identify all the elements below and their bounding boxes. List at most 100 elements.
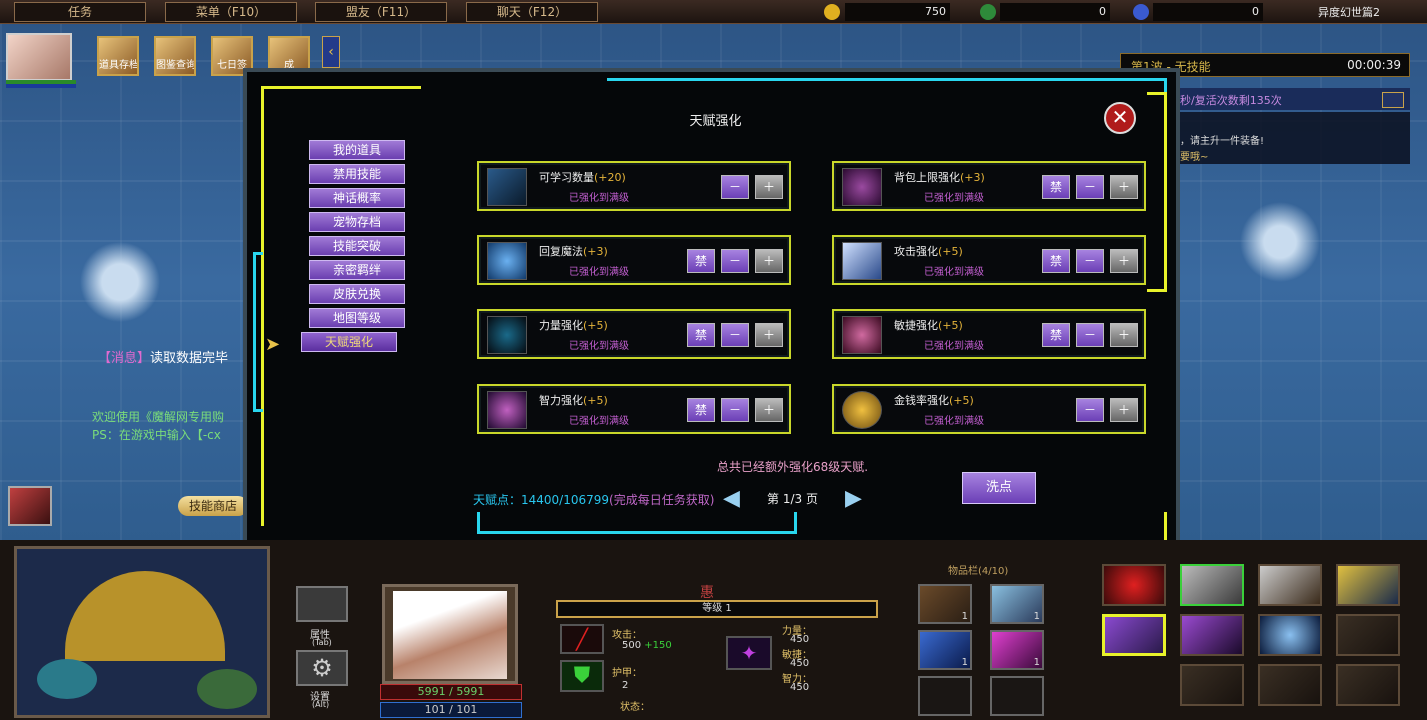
inventory-slot-book[interactable]: 1 [918, 584, 972, 624]
cmd-spellbook-icon[interactable] [1102, 614, 1166, 656]
ban-button[interactable]: 禁 [687, 398, 715, 422]
cmd-swords-icon[interactable] [1258, 564, 1322, 606]
minus-button[interactable]: － [721, 323, 749, 347]
inventory-slot-empty[interactable] [918, 676, 972, 716]
minus-button[interactable]: － [1076, 249, 1104, 273]
menu-button[interactable]: 菜单（F10） [165, 2, 297, 22]
talent-status: 已强化到满级 [924, 416, 984, 427]
plus-button[interactable]: ＋ [755, 249, 783, 273]
revive-counter: 秒/复活次数剩135次 [1180, 88, 1410, 110]
sword-icon [842, 242, 882, 280]
cmd-scroll-icon[interactable] [1336, 614, 1400, 656]
cmd-armor-icon[interactable] [1180, 564, 1244, 606]
cmd-magnifier-icon[interactable] [1258, 614, 1322, 656]
menu-banned-skills[interactable]: 禁用技能 [309, 164, 405, 184]
talent-status: 已强化到满级 [569, 416, 629, 427]
inventory-slot-empty[interactable] [990, 676, 1044, 716]
menu-my-items[interactable]: 我的道具 [309, 140, 405, 160]
talent-card-gold-rate: 金钱率强化(+5) 已强化到满级 － ＋ [832, 384, 1146, 434]
top-resource-bar: 任务 菜单（F10） 盟友（F11） 聊天（F12） 750 0 0 异度幻世篇… [0, 0, 1427, 24]
inventory-slot-compass[interactable]: 1 [918, 630, 972, 670]
message-text: 读取数据完毕 [150, 351, 229, 366]
plus-button[interactable]: ＋ [1110, 175, 1138, 199]
gold-coin-icon [842, 391, 882, 429]
plus-button[interactable]: ＋ [1110, 398, 1138, 422]
int-value: 450 [790, 682, 810, 693]
hp-bar: 5991 / 5991 [380, 684, 522, 700]
menu-myth-rate[interactable]: 神话概率 [309, 188, 405, 208]
plus-button[interactable]: ＋ [755, 323, 783, 347]
collapse-arrow-icon[interactable]: ‹ [322, 36, 340, 68]
cmd-scroll-icon[interactable] [1180, 664, 1244, 706]
food-icon [1133, 4, 1149, 20]
talent-status: 已强化到满级 [924, 193, 984, 204]
talent-status: 已强化到满级 [569, 267, 629, 278]
cmd-spear-icon[interactable] [1336, 564, 1400, 606]
plus-button[interactable]: ＋ [1110, 249, 1138, 273]
next-page-arrow-icon[interactable]: ▶ [845, 486, 862, 511]
plus-button[interactable]: ＋ [1110, 323, 1138, 347]
prev-page-arrow-icon[interactable]: ◀ [723, 486, 740, 511]
plus-button[interactable]: ＋ [755, 398, 783, 422]
minus-button[interactable]: － [1076, 175, 1104, 199]
gold-icon [824, 4, 840, 20]
minus-button[interactable]: － [721, 398, 749, 422]
minus-button[interactable]: － [1076, 398, 1104, 422]
plus-button[interactable]: ＋ [755, 175, 783, 199]
ban-button[interactable]: 禁 [1042, 323, 1070, 347]
talent-name: 智力强化(+5) [539, 394, 608, 407]
talent-points: 天赋点：14400/106799(完成每日任务获取) [473, 491, 714, 508]
ban-button[interactable]: 禁 [1042, 249, 1070, 273]
hero-portrait[interactable] [6, 33, 72, 81]
welcome-message: 欢迎使用《魔解网专用购 [92, 410, 225, 424]
agility-icon [842, 316, 882, 354]
talent-name: 背包上限强化(+3) [894, 171, 985, 184]
inventory-slot-chest[interactable]: 1 [990, 584, 1044, 624]
gold-amount: 750 [845, 3, 950, 21]
total-upgrade-text: 总共已经额外强化68级天赋. [717, 460, 869, 474]
menu-pet-save[interactable]: 宠物存档 [309, 212, 405, 232]
reset-points-button[interactable]: 洗点 [962, 472, 1036, 504]
minimap[interactable] [14, 546, 270, 718]
skill-shop-button[interactable]: 技能商店 [178, 496, 248, 516]
slot-count: 1 [1033, 657, 1040, 668]
minus-button[interactable]: － [721, 175, 749, 199]
menu-intimacy-bond[interactable]: 亲密羁绊 [309, 260, 405, 280]
talent-name: 敏捷强化(+5) [894, 319, 963, 332]
ban-button[interactable]: 禁 [687, 249, 715, 273]
bag-icon [842, 168, 882, 206]
menu-talent-upgrade[interactable]: 天赋强化 [301, 332, 397, 352]
inventory-slot-star[interactable]: 1 [990, 630, 1044, 670]
cmd-scroll-icon[interactable] [1258, 664, 1322, 706]
cmd-recycle-icon[interactable] [1102, 564, 1166, 606]
hero-mp-bar [6, 84, 76, 88]
menu-map-level[interactable]: 地图等级 [309, 308, 405, 328]
slot-count: 1 [961, 611, 968, 622]
ban-button[interactable]: 禁 [687, 323, 715, 347]
allies-button[interactable]: 盟友（F11） [315, 2, 447, 22]
save-items-tile[interactable]: 道具存档 [97, 36, 139, 76]
gear-icon[interactable]: ⚙ [296, 650, 348, 686]
chat-button[interactable]: 聊天（F12） [466, 2, 598, 22]
attributes-icon[interactable] [296, 586, 348, 622]
ban-button[interactable]: 禁 [1042, 175, 1070, 199]
talent-name: 攻击强化(+5) [894, 245, 963, 258]
toggle-panel-icon[interactable] [1382, 92, 1404, 108]
cmd-scroll-icon[interactable] [1336, 664, 1400, 706]
menu-skill-breakthrough[interactable]: 技能突破 [309, 236, 405, 256]
summon-portrait[interactable] [8, 486, 52, 526]
cross-icon [487, 168, 527, 206]
close-button[interactable]: ✕ [1104, 102, 1136, 134]
armor-label: 护甲： [612, 668, 642, 679]
quest-button[interactable]: 任务 [14, 2, 146, 22]
minus-button[interactable]: － [721, 249, 749, 273]
hero-name: 惠 [700, 585, 714, 601]
minus-button[interactable]: － [1076, 323, 1104, 347]
talent-card-agility: 敏捷强化(+5) 已强化到满级 禁 － ＋ [832, 309, 1146, 359]
menu-skin-exchange[interactable]: 皮肤兑换 [309, 284, 405, 304]
codex-tile[interactable]: 图鉴查询 [154, 36, 196, 76]
hero-portrait-large[interactable] [393, 591, 507, 679]
talent-status: 已强化到满级 [569, 341, 629, 352]
armor-shield-icon: ⛊ [560, 660, 604, 692]
cmd-backpack-icon[interactable] [1180, 614, 1244, 656]
